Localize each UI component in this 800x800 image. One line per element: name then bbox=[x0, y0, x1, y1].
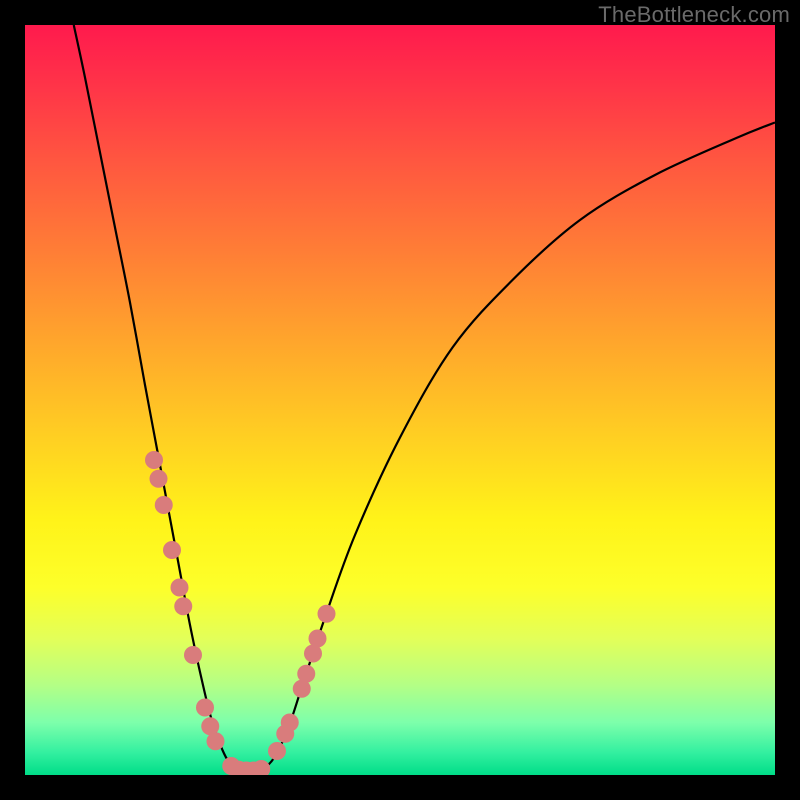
data-marker bbox=[150, 470, 168, 488]
bottleneck-curve bbox=[74, 25, 775, 773]
data-marker bbox=[171, 579, 189, 597]
chart-frame: TheBottleneck.com bbox=[0, 0, 800, 800]
data-marker bbox=[297, 665, 315, 683]
plot-area bbox=[25, 25, 775, 775]
data-marker bbox=[155, 496, 173, 514]
data-marker bbox=[207, 732, 225, 750]
data-marker bbox=[163, 541, 181, 559]
chart-svg bbox=[25, 25, 775, 775]
watermark-text: TheBottleneck.com bbox=[598, 2, 790, 28]
data-marker bbox=[184, 646, 202, 664]
data-marker bbox=[309, 630, 327, 648]
data-marker bbox=[174, 597, 192, 615]
data-marker bbox=[145, 451, 163, 469]
data-marker bbox=[281, 714, 299, 732]
data-marker bbox=[268, 742, 286, 760]
data-marker bbox=[196, 699, 214, 717]
data-marker bbox=[318, 605, 336, 623]
